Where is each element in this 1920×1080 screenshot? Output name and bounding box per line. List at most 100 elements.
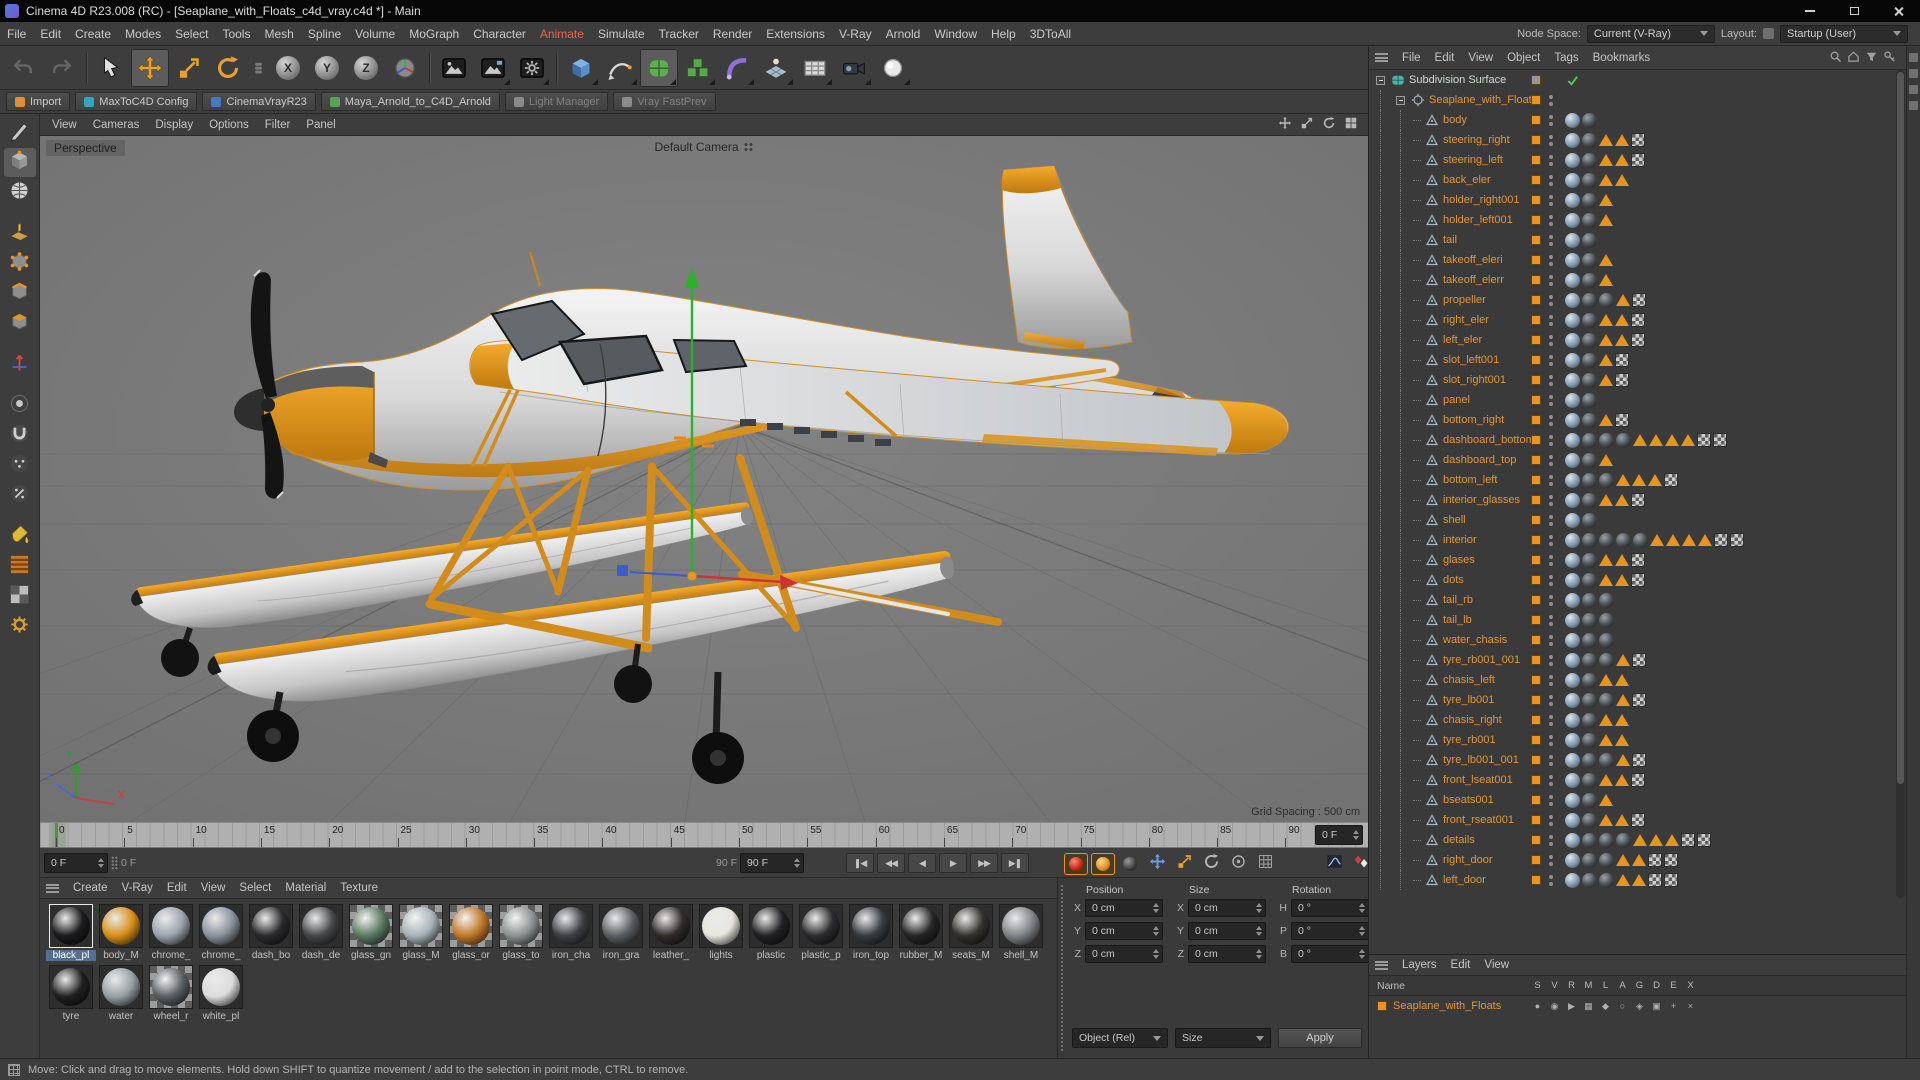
layer-color-chip[interactable] xyxy=(1531,595,1541,605)
layer-flag-grid-icon[interactable]: ▦ xyxy=(1580,996,1597,1016)
phong-tag-icon[interactable] xyxy=(1565,392,1580,408)
enable-axis-button[interactable] xyxy=(4,350,36,379)
selection-tag-icon[interactable] xyxy=(1599,154,1613,166)
visibility-dot-top[interactable] xyxy=(1549,414,1553,419)
visibility-dot-top[interactable] xyxy=(1549,354,1553,359)
coord-input-position-x[interactable]: 0 cm xyxy=(1085,899,1163,917)
uvw-tag-icon[interactable] xyxy=(1664,853,1678,867)
texture-tag-icon[interactable] xyxy=(1599,832,1614,848)
visibility-dot-bottom[interactable] xyxy=(1549,701,1553,706)
selection-tag-icon[interactable] xyxy=(1599,194,1613,206)
visibility-dot-bottom[interactable] xyxy=(1549,481,1553,486)
phong-tag-icon[interactable] xyxy=(1565,452,1580,468)
uvw-tag-icon[interactable] xyxy=(1632,653,1646,667)
object-row-front-lseat001[interactable]: front_lseat001 xyxy=(1373,770,1895,790)
phong-tag-icon[interactable] xyxy=(1565,132,1580,148)
visibility-dot-bottom[interactable] xyxy=(1549,641,1553,646)
layer-flag-dot-icon[interactable]: ● xyxy=(1529,996,1546,1016)
layer-flag-diag-icon[interactable]: ◈ xyxy=(1631,996,1648,1016)
layer-color-chip[interactable] xyxy=(1531,335,1541,345)
selection-tag-icon[interactable] xyxy=(1615,494,1629,506)
layer-color-chip[interactable] xyxy=(1531,675,1541,685)
visibility-dot-bottom[interactable] xyxy=(1549,841,1553,846)
layer-color-chip[interactable] xyxy=(1531,695,1541,705)
uvw-tag-icon[interactable] xyxy=(1631,133,1645,147)
visibility-dot-top[interactable] xyxy=(1549,334,1553,339)
coord-input-position-z[interactable]: 0 cm xyxy=(1085,945,1163,963)
visibility-dot-bottom[interactable] xyxy=(1549,401,1553,406)
viewport-view-label[interactable]: Perspective xyxy=(46,140,125,156)
visibility-dots[interactable] xyxy=(1549,174,1553,186)
texture-tag-icon[interactable] xyxy=(1599,472,1614,488)
coord-input-rotation-h[interactable]: 0 ° xyxy=(1291,899,1369,917)
visibility-dot-bottom[interactable] xyxy=(1549,121,1553,126)
tool-history-button[interactable] xyxy=(248,49,268,87)
visibility-dot-top[interactable] xyxy=(1549,134,1553,139)
visibility-dot-bottom[interactable] xyxy=(1549,361,1553,366)
visibility-dots[interactable] xyxy=(1549,354,1553,366)
material-menu-view[interactable]: View xyxy=(194,882,233,894)
add-floor-button[interactable] xyxy=(757,49,795,87)
visibility-dot-bottom[interactable] xyxy=(1549,321,1553,326)
spinner[interactable] xyxy=(1256,900,1262,916)
visibility-dots[interactable] xyxy=(1549,494,1553,506)
rotate-tool-button[interactable] xyxy=(209,49,247,87)
visibility-dot-top[interactable] xyxy=(1549,634,1553,639)
snap-toggle-button[interactable] xyxy=(4,421,36,450)
coordinate-system-button[interactable] xyxy=(386,49,424,87)
range-grip-icon[interactable] xyxy=(111,856,118,870)
plugin-maya-arnold-to-c4d-arnold[interactable]: Maya_Arnold_to_C4D_Arnold xyxy=(320,92,500,111)
texture-tag-icon[interactable] xyxy=(1599,592,1614,608)
hamburger-icon[interactable] xyxy=(1375,53,1388,62)
plugin-cinemavrayr23[interactable]: CinemaVrayR23 xyxy=(202,92,316,111)
keyframe-presets-button[interactable] xyxy=(1253,853,1277,875)
dock-handle-icon[interactable] xyxy=(1909,53,1918,62)
texture-tag-icon[interactable] xyxy=(1599,692,1614,708)
material-seats-m-18[interactable]: seats_M xyxy=(946,904,996,961)
selection-tag-icon[interactable] xyxy=(1665,834,1679,846)
phong-tag-icon[interactable] xyxy=(1565,772,1580,788)
visibility-dot-top[interactable] xyxy=(1549,554,1553,559)
layer-color-chip[interactable] xyxy=(1531,535,1541,545)
visibility-dots[interactable] xyxy=(1549,794,1553,806)
visibility-dot-top[interactable] xyxy=(1549,514,1553,519)
selection-tag-icon[interactable] xyxy=(1682,534,1696,546)
key-icon[interactable] xyxy=(1883,50,1896,66)
node-space-select[interactable]: Current (V-Ray) xyxy=(1586,24,1715,43)
visibility-dots[interactable] xyxy=(1549,394,1553,406)
menu-tracker[interactable]: Tracker xyxy=(652,22,706,45)
spinner[interactable] xyxy=(1359,923,1365,939)
material-tyre-20[interactable]: tyre xyxy=(46,965,96,1022)
object-row-left-door[interactable]: left_door xyxy=(1373,870,1895,890)
uvw-tag-icon[interactable] xyxy=(1648,853,1662,867)
uvw-tag-icon[interactable] xyxy=(1631,333,1645,347)
visibility-dot-bottom[interactable] xyxy=(1549,801,1553,806)
visibility-dot-top[interactable] xyxy=(1549,574,1553,579)
play-button[interactable]: ▶ xyxy=(939,853,967,873)
viewport-menu-display[interactable]: Display xyxy=(147,119,201,131)
add-subdivision-surface-button[interactable] xyxy=(640,48,678,87)
selection-tag-icon[interactable] xyxy=(1632,474,1646,486)
visibility-dots[interactable] xyxy=(1549,314,1553,326)
gear-button[interactable] xyxy=(4,612,36,641)
visibility-dot-top[interactable] xyxy=(1549,214,1553,219)
rotate-view-icon[interactable] xyxy=(1320,116,1338,133)
texture-tag-icon[interactable] xyxy=(1582,332,1597,348)
dock-pin-icon[interactable] xyxy=(1909,69,1918,78)
visibility-dots[interactable] xyxy=(1549,554,1553,566)
scale-tool-button[interactable] xyxy=(170,49,208,87)
visibility-dots[interactable] xyxy=(1549,514,1553,526)
selection-tag-icon[interactable] xyxy=(1615,674,1629,686)
texture-tag-icon[interactable] xyxy=(1599,612,1614,628)
start-frame-spinner[interactable] xyxy=(98,854,104,872)
material-plastic-p-15[interactable]: plastic_p xyxy=(796,904,846,961)
menu-3dtoall[interactable]: 3DToAll xyxy=(1023,22,1078,45)
y-axis-lock-button[interactable]: Y xyxy=(308,49,346,87)
phong-tag-icon[interactable] xyxy=(1565,872,1580,888)
end-frame-field[interactable]: 90 F xyxy=(740,853,805,873)
viewport-menu-cameras[interactable]: Cameras xyxy=(85,119,148,131)
visibility-dot-bottom[interactable] xyxy=(1549,241,1553,246)
layer-color-chip[interactable] xyxy=(1531,795,1541,805)
visibility-dot-bottom[interactable] xyxy=(1549,521,1553,526)
visibility-dots[interactable] xyxy=(1549,694,1553,706)
